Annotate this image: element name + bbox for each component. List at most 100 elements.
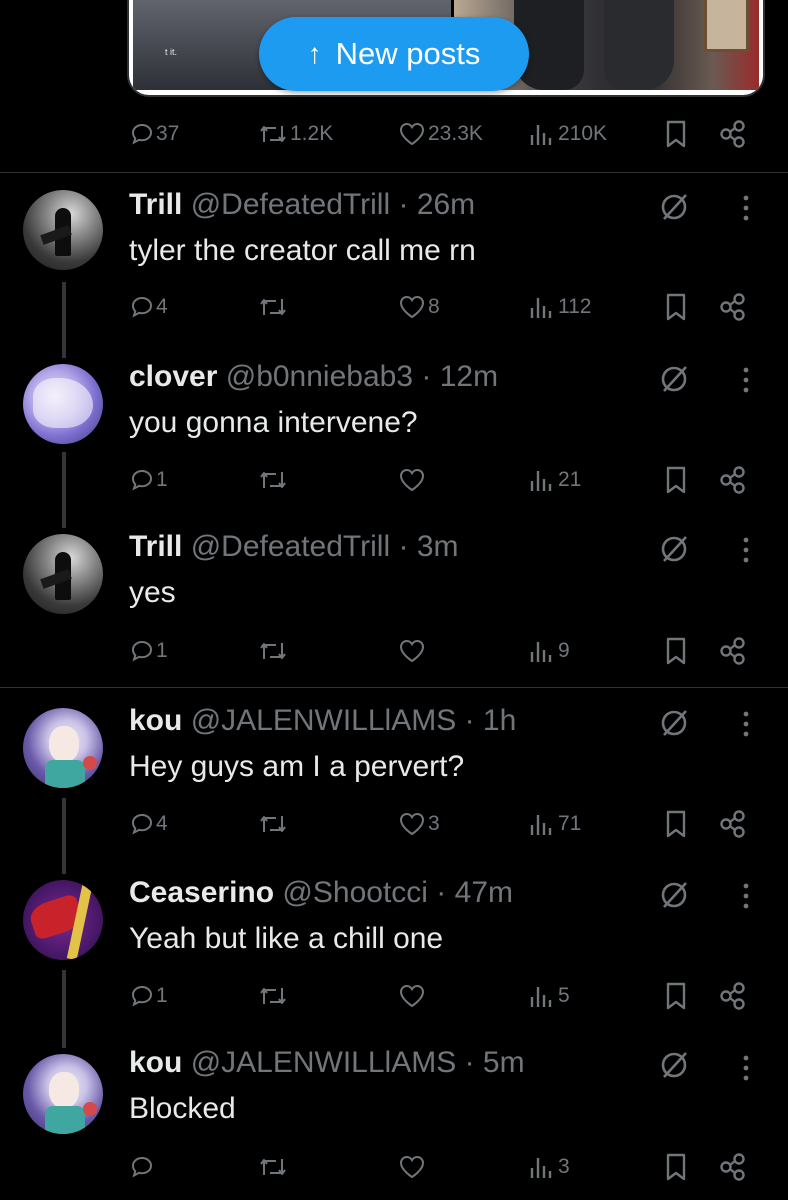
avatar[interactable]: [23, 534, 103, 614]
reply-button[interactable]: [130, 1147, 154, 1187]
like-icon: [399, 984, 425, 1008]
display-name[interactable]: kou: [129, 704, 182, 737]
more-icon[interactable]: [735, 1052, 757, 1084]
like-button[interactable]: [398, 460, 426, 500]
reply-count: 1: [156, 639, 168, 662]
reply-button[interactable]: 4: [130, 287, 168, 327]
repost-button[interactable]: [258, 631, 288, 671]
share-button[interactable]: [718, 976, 748, 1016]
new-posts-button[interactable]: ↑ New posts: [259, 17, 529, 91]
share-button[interactable]: [718, 1147, 748, 1187]
bookmark-button[interactable]: [664, 804, 688, 844]
like-button[interactable]: [398, 1147, 426, 1187]
bookmark-button[interactable]: [664, 287, 688, 327]
grok-icon[interactable]: [656, 877, 692, 913]
more-icon[interactable]: [735, 534, 757, 566]
share-icon: [720, 293, 745, 321]
avatar[interactable]: [23, 190, 103, 270]
views-count: 5: [558, 984, 570, 1007]
views-icon: [530, 987, 552, 1007]
like-icon: [399, 1155, 425, 1179]
repost-icon: [260, 299, 286, 315]
views-button[interactable]: 21: [528, 460, 581, 500]
display-name[interactable]: Trill: [129, 530, 182, 563]
user-handle[interactable]: @Shootcci: [282, 876, 428, 909]
views-button[interactable]: 71: [528, 804, 581, 844]
more-icon[interactable]: [735, 192, 757, 224]
user-handle[interactable]: @DefeatedTrill: [191, 530, 390, 563]
timestamp[interactable]: 47m: [455, 876, 513, 909]
share-button[interactable]: [718, 114, 748, 154]
user-handle[interactable]: @JALENWILLlAMS: [191, 1046, 457, 1079]
views-button[interactable]: 210K: [528, 114, 607, 154]
like-button[interactable]: 3: [398, 804, 440, 844]
bookmark-button[interactable]: [664, 1147, 688, 1187]
timestamp[interactable]: 5m: [483, 1046, 525, 1079]
avatar[interactable]: [23, 880, 103, 960]
more-icon[interactable]: [735, 708, 757, 740]
like-button[interactable]: [398, 976, 426, 1016]
share-button[interactable]: [718, 804, 748, 844]
bookmark-icon: [666, 637, 686, 665]
reply-button[interactable]: 1: [130, 631, 168, 671]
reply-icon: [131, 123, 153, 145]
like-button[interactable]: [398, 631, 426, 671]
avatar[interactable]: [23, 708, 103, 788]
repost-button[interactable]: [258, 976, 288, 1016]
display-name[interactable]: Trill: [129, 188, 182, 221]
bookmark-button[interactable]: [664, 631, 688, 671]
timestamp[interactable]: 12m: [440, 360, 498, 393]
reply-button[interactable]: 1: [130, 976, 168, 1016]
tweet-actions: 1 5: [0, 976, 788, 1016]
views-button[interactable]: 3: [528, 1147, 570, 1187]
like-button[interactable]: 8: [398, 287, 440, 327]
views-button[interactable]: 9: [528, 631, 570, 671]
display-name[interactable]: kou: [129, 1046, 182, 1079]
user-handle[interactable]: @b0nniebab3: [226, 360, 413, 393]
bookmark-button[interactable]: [664, 460, 688, 500]
reply-count: 37: [156, 122, 180, 145]
grok-icon[interactable]: [656, 531, 692, 567]
user-handle[interactable]: @DefeatedTrill: [191, 188, 390, 221]
share-button[interactable]: [718, 287, 748, 327]
like-icon: [399, 812, 425, 836]
repost-button[interactable]: [258, 1147, 288, 1187]
timestamp[interactable]: 3m: [417, 530, 459, 563]
share-button[interactable]: [718, 631, 748, 671]
user-handle[interactable]: @JALENWILLlAMS: [191, 704, 457, 737]
tweet-header: Trill @DefeatedTrill · 26m: [129, 188, 475, 222]
more-icon[interactable]: [735, 880, 757, 912]
display-name[interactable]: Ceaserino: [129, 876, 274, 909]
grok-icon[interactable]: [656, 189, 692, 225]
bookmark-button[interactable]: [664, 114, 688, 154]
more-icon[interactable]: [735, 364, 757, 396]
tweet-actions: 1 9: [0, 631, 788, 671]
bookmark-button[interactable]: [664, 976, 688, 1016]
views-button[interactable]: 5: [528, 976, 570, 1016]
reply-button[interactable]: 4: [130, 804, 168, 844]
grok-icon[interactable]: [656, 361, 692, 397]
reply-button[interactable]: 1: [130, 460, 168, 500]
grok-icon[interactable]: [656, 1047, 692, 1083]
repost-button[interactable]: [258, 460, 288, 500]
reply-count: 1: [156, 468, 168, 491]
tweet-text: Yeah but like a chill one: [129, 922, 444, 955]
grok-icon[interactable]: [656, 705, 692, 741]
reply-button[interactable]: 37: [130, 114, 179, 154]
timestamp[interactable]: 26m: [417, 188, 475, 221]
avatar[interactable]: [23, 1054, 103, 1134]
timestamp[interactable]: 1h: [483, 704, 516, 737]
display-name[interactable]: clover: [129, 360, 217, 393]
divider: [0, 172, 788, 173]
repost-icon: [260, 1159, 286, 1175]
repost-button[interactable]: [258, 804, 288, 844]
share-button[interactable]: [718, 460, 748, 500]
like-button[interactable]: 23.3K: [398, 114, 483, 154]
separator-dot: ·: [464, 1046, 475, 1079]
repost-button[interactable]: [258, 287, 288, 327]
views-button[interactable]: 112: [528, 287, 591, 327]
avatar[interactable]: [23, 364, 103, 444]
tweet-actions-top: 37 1.2K 23.3K 210K: [0, 114, 788, 154]
repost-button[interactable]: 1.2K: [258, 114, 333, 154]
bookmark-icon: [666, 982, 686, 1010]
